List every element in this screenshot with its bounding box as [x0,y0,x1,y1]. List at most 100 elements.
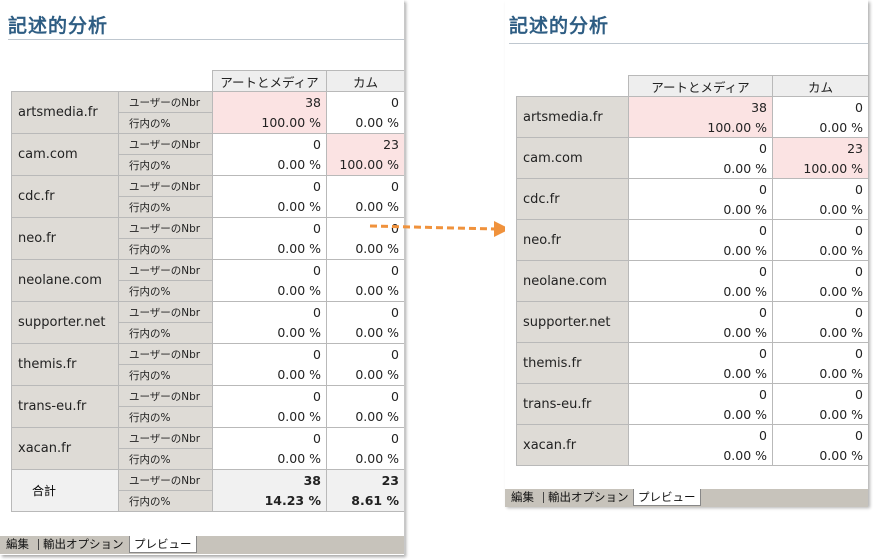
row-domain-label: cam.com [516,137,629,179]
cell-count: 0 [212,385,327,407]
cell-count: 0 [326,91,405,113]
measure-percent-label: 行内の% [118,448,213,470]
row-domain-label: trans-eu.fr [11,385,119,428]
row-domain-label: neolane.com [11,259,119,302]
cell-percent: 0.00 % [212,406,327,428]
cell-percent: 0.00 % [326,448,405,470]
cell-percent: 0.00 % [772,363,869,384]
header-corner-2 [118,70,213,92]
header-corner [11,70,119,92]
transition-arrow [369,221,510,237]
column-header: カム [772,75,869,97]
measure-percent-label: 行内の% [118,154,213,176]
cell-percent: 0.00 % [212,448,327,470]
cell-count: 0 [326,301,405,323]
cell-percent: 0.00 % [326,280,405,302]
cell-percent: 100.00 % [326,154,405,176]
cell-count: 0 [772,301,869,322]
cell-percent: 0.00 % [628,363,773,384]
cell-count: 0 [326,343,405,365]
cell-percent: 0.00 % [212,364,327,386]
right-panel: 記述的分析 アートとメディア カム artsmedia.fr 38 0 100.00 % 0… [505,0,869,507]
cell-percent: 0.00 % [212,238,327,260]
left-crosstab-table: アートとメディア カム artsmedia.fr ユーザーのNbr 38 0 行内の% 100… [11,70,405,512]
row-domain-label: supporter.net [11,301,119,344]
cell-percent: 0.00 % [326,112,405,134]
cell-count: 38 [628,96,773,117]
measure-count-label: ユーザーのNbr [118,91,213,113]
cell-percent: 0.00 % [772,199,869,220]
cell-count: 0 [212,427,327,449]
cell-percent: 100.00 % [772,158,869,179]
header-corner [516,75,629,97]
tab-preview[interactable]: プレビュー [129,536,197,553]
right-crosstab-table: アートとメディア カム artsmedia.fr 38 0 100.00 % 0.00 % c… [516,75,869,466]
cell-percent: 0.00 % [212,280,327,302]
cell-count: 23 [326,133,405,155]
left-panel-edge [404,4,405,556]
cell-percent: 0.00 % [326,238,405,260]
measure-percent-label: 行内の% [118,322,213,344]
measure-percent-label: 行内の% [118,238,213,260]
cell-count: 0 [772,96,869,117]
cell-count: 23 [772,137,869,158]
cell-count: 0 [212,343,327,365]
total-count: 38 [212,469,327,491]
measure-count-label: ユーザーのNbr [118,133,213,155]
row-domain-label: cdc.fr [516,178,629,220]
row-domain-label: supporter.net [516,301,629,343]
cell-count: 0 [212,133,327,155]
cell-count: 0 [212,175,327,197]
row-domain-label: neo.fr [516,219,629,261]
row-domain-label: themis.fr [516,342,629,384]
cell-count: 0 [628,260,773,281]
cell-percent: 0.00 % [212,196,327,218]
cell-count: 0 [628,301,773,322]
total-percent: 14.23 % [212,490,327,512]
cell-percent: 0.00 % [772,404,869,425]
measure-count-label: ユーザーのNbr [118,343,213,365]
cell-percent: 0.00 % [628,404,773,425]
cell-count: 0 [628,137,773,158]
measure-count-label: ユーザーのNbr [118,217,213,239]
row-domain-label: artsmedia.fr [516,96,629,138]
measure-percent-label: 行内の% [118,112,213,134]
cell-percent: 0.00 % [772,117,869,138]
tab-export-options[interactable]: 輸出オプション [544,489,633,505]
cell-percent: 0.00 % [212,322,327,344]
cell-count: 0 [326,175,405,197]
cell-count: 0 [212,217,327,239]
cell-count: 0 [772,178,869,199]
cell-percent: 0.00 % [772,281,869,302]
cell-count: 0 [772,342,869,363]
tab-preview[interactable]: プレビュー [633,489,701,506]
cell-percent: 0.00 % [772,322,869,343]
total-percent: 8.61 % [326,490,405,512]
cell-count: 0 [628,383,773,404]
tab-edit[interactable]: 編集 [2,536,33,552]
row-domain-label: neolane.com [516,260,629,302]
cell-percent: 0.00 % [628,199,773,220]
left-panel: 記述的分析 アートとメディア カム artsmedia.fr ユーザーのNbr 38 0 行… [0,0,405,555]
cell-count: 0 [628,424,773,445]
left-title-divider [8,39,404,40]
measure-percent-label: 行内の% [118,406,213,428]
measure-count-label: ユーザーのNbr [118,301,213,323]
cell-count: 38 [212,91,327,113]
row-domain-label: artsmedia.fr [11,91,119,134]
measure-count-label: ユーザーのNbr [118,259,213,281]
column-header: アートとメディア [628,75,773,97]
measure-percent-label: 行内の% [118,490,213,512]
cell-percent: 0.00 % [628,158,773,179]
row-domain-label: themis.fr [11,343,119,386]
cell-percent: 0.00 % [628,240,773,261]
cell-percent: 0.00 % [326,196,405,218]
measure-percent-label: 行内の% [118,280,213,302]
cell-count: 0 [212,259,327,281]
row-domain-label: trans-eu.fr [516,383,629,425]
tab-export-options[interactable]: 輸出オプション [39,536,128,552]
cell-percent: 0.00 % [326,322,405,344]
row-domain-label: cdc.fr [11,175,119,218]
tab-edit[interactable]: 編集 [507,489,538,505]
cell-count: 0 [628,178,773,199]
